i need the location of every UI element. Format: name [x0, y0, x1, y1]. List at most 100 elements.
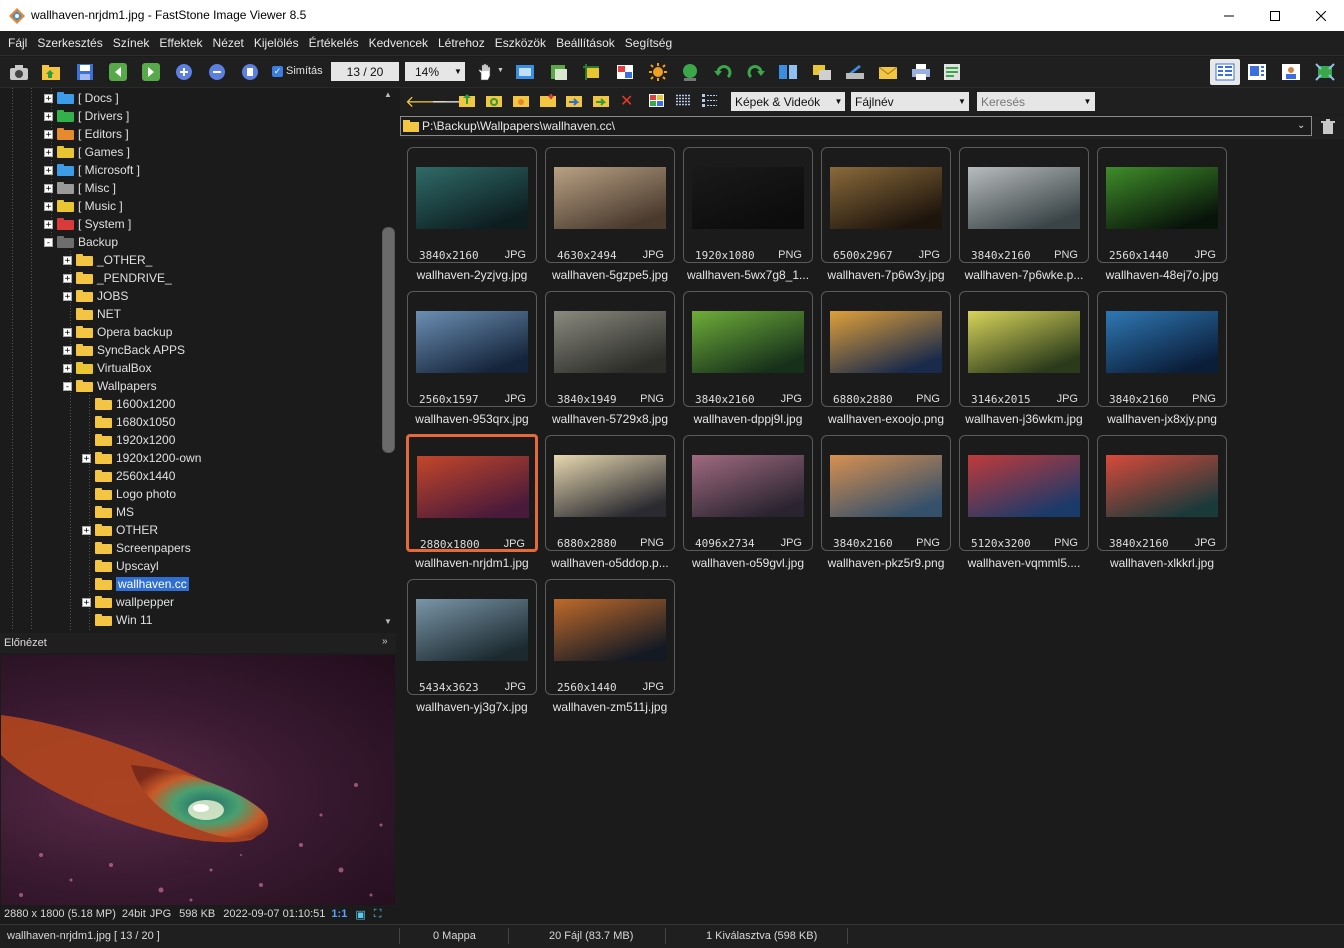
thumbnail-filename[interactable]: wallhaven-vqmml5.... [954, 556, 1094, 570]
thumbnail-item[interactable]: 3840x2160 PNG [959, 147, 1089, 263]
thumbnail-item[interactable]: 6880x2880 PNG [545, 435, 675, 551]
menu-create[interactable]: Létrehoz [433, 36, 490, 50]
view-filmstrip-button[interactable] [1246, 61, 1268, 83]
expand-icon[interactable]: + [63, 327, 72, 337]
save-button[interactable] [74, 61, 96, 83]
tree-item[interactable]: + [ Misc ] [44, 179, 116, 197]
tree-item[interactable]: Win 11 [82, 611, 152, 629]
thumbnail-item[interactable]: 2560x1597 JPG [407, 291, 537, 407]
path-input[interactable]: P:\Backup\Wallpapers\wallhaven.cc\ ⌄ [400, 116, 1312, 136]
copy-to-icon[interactable] [566, 93, 582, 108]
menu-help[interactable]: Segítség [620, 36, 677, 50]
thumbnail-item[interactable]: 4096x2734 JPG [683, 435, 813, 551]
thumbnail-item[interactable]: 5120x3200 PNG [959, 435, 1089, 551]
tree-item[interactable]: Logo photo [82, 485, 176, 503]
thumbnail-item[interactable]: 6500x2967 JPG [821, 147, 951, 263]
folder-favorite-icon[interactable] [513, 93, 529, 108]
tree-item[interactable]: + VirtualBox [63, 359, 151, 377]
expand-icon[interactable]: + [63, 273, 72, 283]
thumbnail-filename[interactable]: wallhaven-o5ddop.p... [540, 556, 680, 570]
expand-icon[interactable]: + [82, 453, 91, 463]
thumbnail-item[interactable]: 3840x2160 JPG [1097, 435, 1227, 551]
thumbnail-filename[interactable]: wallhaven-7p6wke.p... [954, 268, 1094, 282]
menu-file[interactable]: Fájl [3, 36, 32, 50]
tree-item[interactable]: wallhaven.cc [82, 575, 189, 593]
rotate-left-button[interactable] [712, 61, 734, 83]
menu-settings[interactable]: Beállítások [551, 36, 620, 50]
color-adjust-button[interactable] [614, 61, 636, 83]
thumbnail-item[interactable]: 3840x2160 JPG [683, 291, 813, 407]
thumbnail-filename[interactable]: wallhaven-953qrx.jpg [402, 412, 542, 426]
tree-item[interactable]: Upscayl [82, 557, 159, 575]
tree-item[interactable]: + SyncBack APPS [63, 341, 185, 359]
tree-item[interactable]: 1920x1200 [82, 431, 175, 449]
thumbnail-item[interactable]: 2880x1800 JPG [406, 434, 538, 552]
expand-icon[interactable]: + [63, 345, 72, 355]
position-field[interactable]: 13 / 20 [331, 62, 399, 81]
expand-icon[interactable]: + [63, 291, 72, 301]
crop-button[interactable] [581, 61, 603, 83]
tree-item[interactable]: + [ Docs ] [44, 89, 119, 107]
menu-tools[interactable]: Eszközök [490, 36, 551, 50]
tree-item[interactable]: + JOBS [63, 287, 128, 305]
smoothing-toggle[interactable]: ✓ Simítás [272, 65, 323, 77]
smoothing-checkbox[interactable]: ✓ [272, 65, 283, 77]
tree-item[interactable]: 1600x1200 [82, 395, 175, 413]
recycle-bin-icon[interactable] [1321, 119, 1335, 134]
view-details-button[interactable] [1280, 61, 1302, 83]
collapse-preview-icon[interactable]: » [382, 636, 388, 647]
file-filter-select[interactable]: Képek & Videók [731, 92, 832, 111]
draw-button[interactable] [679, 61, 701, 83]
close-button[interactable] [1298, 0, 1344, 31]
folder-refresh-icon[interactable] [486, 93, 502, 108]
thumbnail-filename[interactable]: wallhaven-7p6w3y.jpg [816, 268, 956, 282]
flip-button[interactable] [777, 61, 799, 83]
open-button[interactable] [40, 61, 62, 83]
tree-item[interactable]: + [ System ] [44, 215, 131, 233]
thumbnail-size-icon[interactable] [649, 94, 664, 107]
thumbnail-filename[interactable]: wallhaven-yj3g7x.jpg [402, 700, 542, 714]
slideshow-button[interactable] [514, 61, 536, 83]
next-button[interactable] [140, 61, 162, 83]
expand-icon[interactable]: + [44, 93, 53, 103]
thumbnail-filename[interactable]: wallhaven-5wx7g8_1... [678, 268, 818, 282]
tree-item[interactable]: + _OTHER_ [63, 251, 152, 269]
thumbnail-filename[interactable]: wallhaven-dppj9l.jpg [678, 412, 818, 426]
menu-edit[interactable]: Szerkesztés [32, 36, 107, 50]
collapse-icon[interactable]: - [44, 237, 53, 247]
thumbnail-item[interactable]: 3840x2160 PNG [1097, 291, 1227, 407]
thumbnail-item[interactable]: 5434x3623 JPG [407, 579, 537, 695]
rotate-right-button[interactable] [745, 61, 767, 83]
tree-item[interactable]: + [ Music ] [44, 197, 123, 215]
expand-icon[interactable]: + [82, 525, 91, 535]
hand-tool-button[interactable] [474, 61, 496, 83]
new-folder-icon[interactable] [540, 93, 556, 108]
tree-item[interactable]: + _PENDRIVE_ [63, 269, 172, 287]
preview-ratio[interactable]: 1:1 [331, 908, 347, 920]
tree-item[interactable]: + [ Editors ] [44, 125, 129, 143]
scroll-up-icon[interactable]: ▲ [384, 90, 392, 99]
thumbnail-filename[interactable]: wallhaven-exoojo.png [816, 412, 956, 426]
settings-button[interactable] [942, 61, 964, 83]
actual-size-button[interactable] [239, 61, 261, 83]
expand-icon[interactable]: + [82, 597, 91, 607]
compare-button[interactable] [811, 61, 833, 83]
email-button[interactable] [877, 61, 899, 83]
menu-favorites[interactable]: Kedvencek [364, 36, 433, 50]
thumbnail-filename[interactable]: wallhaven-o59gvl.jpg [678, 556, 818, 570]
tree-item[interactable]: + wallpepper [82, 593, 174, 611]
details-list-icon[interactable] [702, 94, 717, 107]
tree-item[interactable]: 1680x1050 [82, 413, 175, 431]
expand-icon[interactable]: + [44, 183, 53, 193]
tree-item[interactable]: 2560x1440 [82, 467, 175, 485]
tree-item[interactable]: + OTHER [82, 521, 158, 539]
tree-item[interactable]: NET [63, 305, 121, 323]
expand-icon[interactable]: + [44, 129, 53, 139]
thumbnail-filename[interactable]: wallhaven-jx8xjy.png [1092, 412, 1232, 426]
move-to-icon[interactable] [593, 93, 609, 108]
expand-icon[interactable]: + [44, 165, 53, 175]
thumbnail-item[interactable]: 3840x2160 JPG [407, 147, 537, 263]
expand-icon[interactable]: + [63, 363, 72, 373]
thumbnail-item[interactable]: 3840x2160 PNG [821, 435, 951, 551]
menu-effects[interactable]: Effektek [154, 36, 207, 50]
